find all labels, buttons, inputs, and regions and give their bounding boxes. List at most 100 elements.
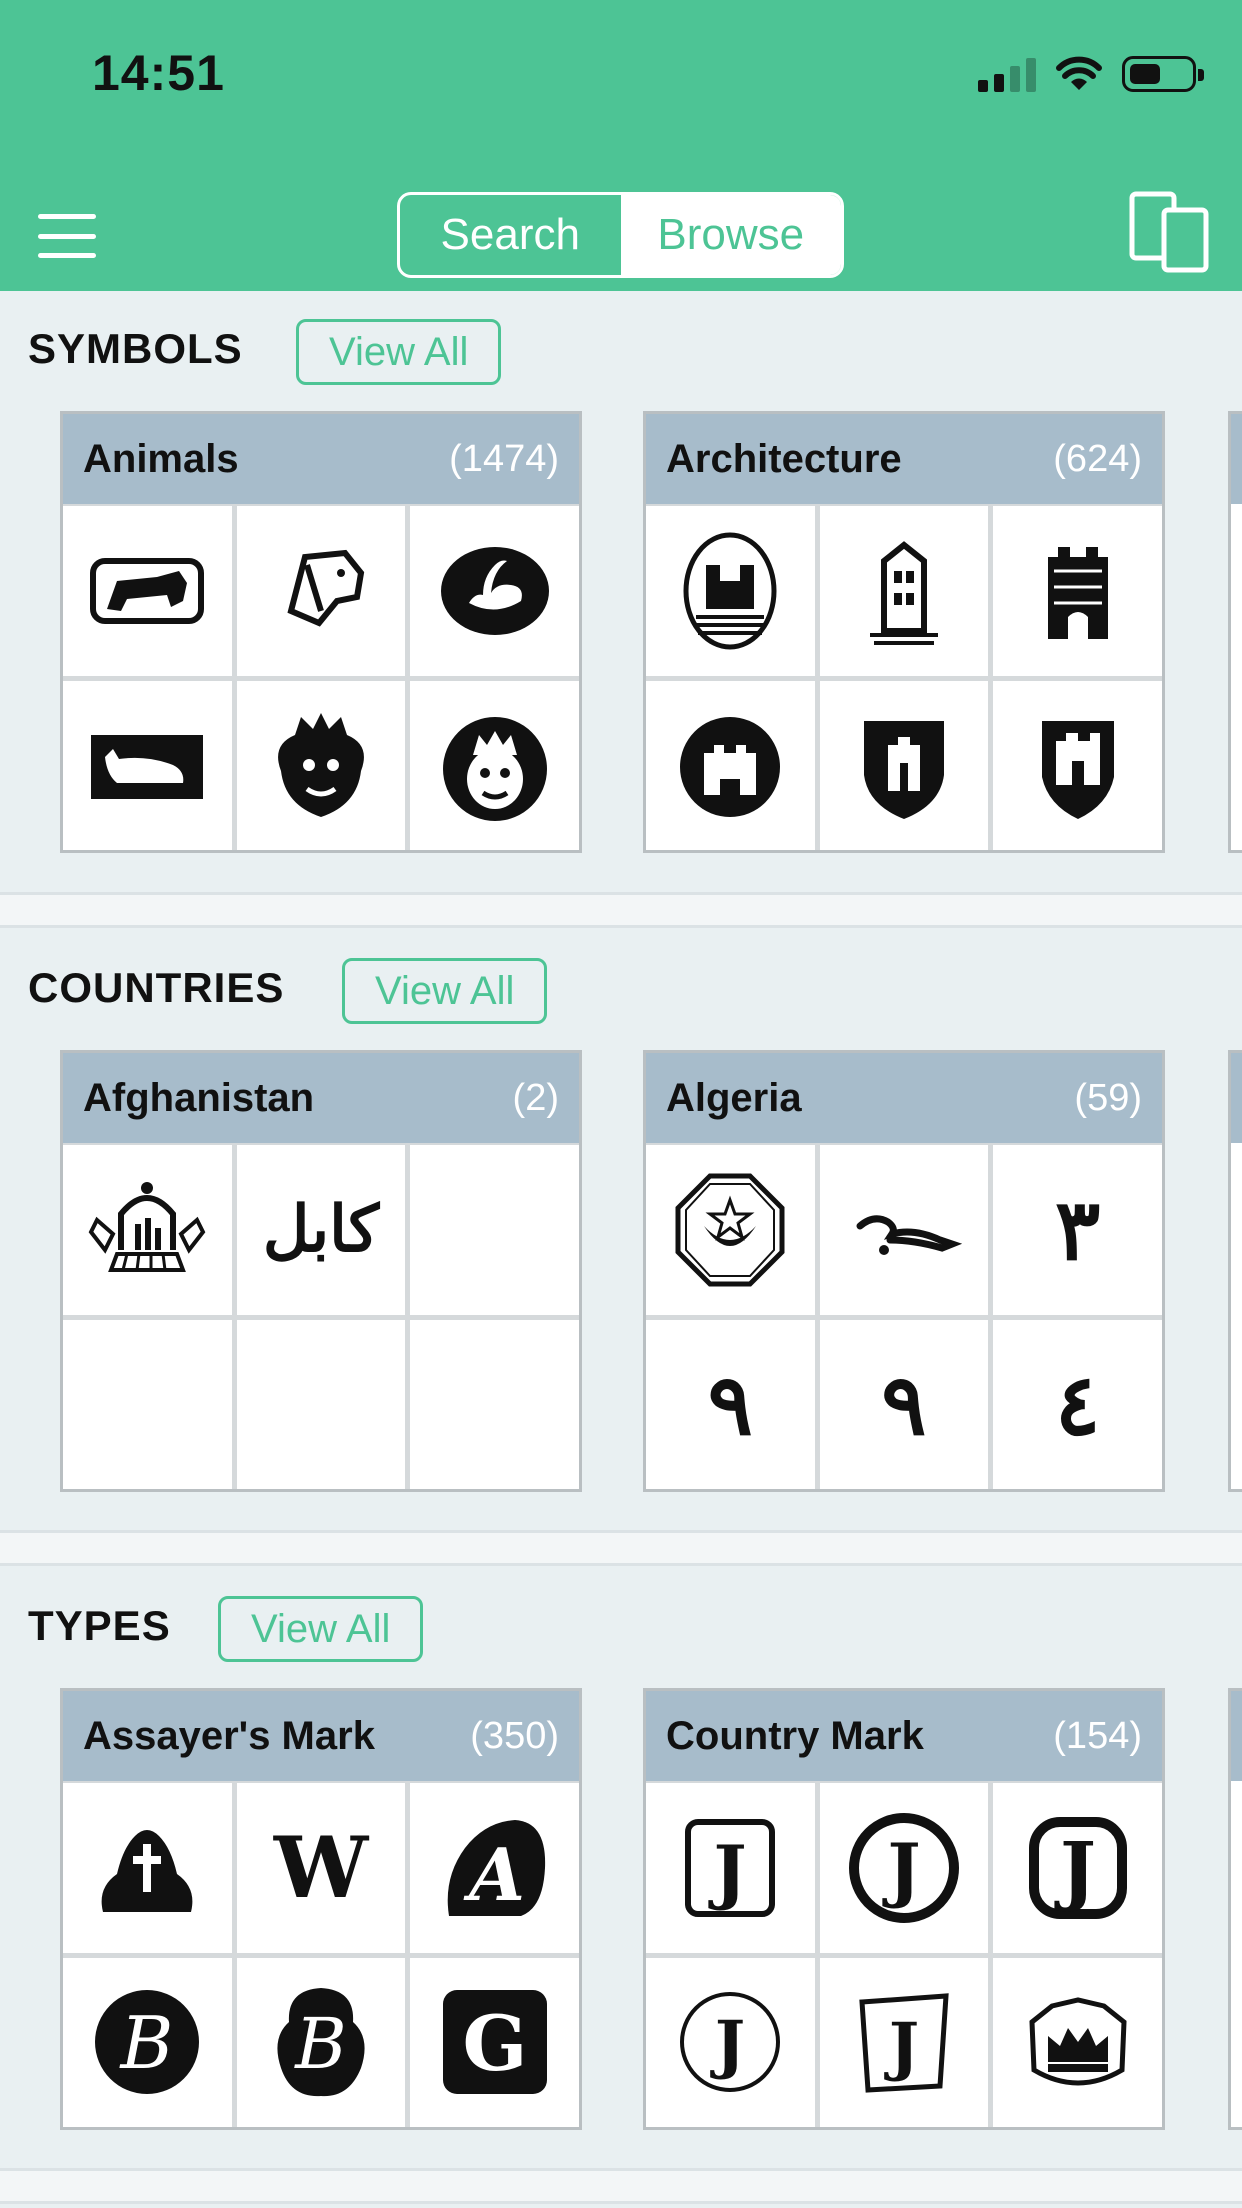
crowned-lion-mark: [236, 680, 406, 850]
device-toggle-icon[interactable]: [1128, 190, 1212, 274]
card-name: Assayer's Mark: [83, 1713, 375, 1758]
card-count: (2): [512, 1076, 559, 1119]
card-count: (624): [1053, 437, 1142, 480]
cross-mark: [63, 1783, 232, 1953]
symbols-section: SYMBOLS View All Animals (1474) Architec…: [0, 291, 1242, 891]
cellular-signal-icon: [978, 56, 1036, 92]
letter-glyph: J: [881, 1828, 920, 1911]
card-name: Algeria: [666, 1075, 802, 1120]
j-mark: J: [646, 1957, 815, 2127]
types-section: TYPES View All Assayer's Mark (350) W A …: [0, 1566, 1242, 2166]
section-title-symbols: SYMBOLS: [28, 325, 243, 372]
card-name: Animals: [83, 436, 239, 481]
numeral-glyph: ٩: [707, 1354, 753, 1454]
card-count: (59): [1074, 1076, 1142, 1119]
empty-cell: [236, 1319, 406, 1489]
letter-glyph: G: [462, 1999, 527, 2088]
arabic-script-mark: [819, 1145, 989, 1315]
card-count: (1474): [449, 437, 559, 480]
card-header: Country Mark (154): [646, 1691, 1162, 1781]
tab-search[interactable]: Search: [400, 195, 621, 275]
building-mark: [819, 506, 989, 676]
card-name: Afghanistan: [83, 1075, 315, 1120]
a-mark: A: [410, 1783, 579, 1953]
swan-mark: [410, 506, 579, 676]
towers-oval-mark: [646, 506, 815, 676]
castle-shield-mark: [819, 680, 989, 850]
lion-mark: [63, 506, 232, 676]
mosque-emblem-mark: [63, 1145, 232, 1315]
category-card-architecture[interactable]: Architecture (624): [643, 411, 1165, 853]
category-card-afghanistan[interactable]: Afghanistan (2) كابل: [60, 1050, 582, 1492]
g-mark: G: [410, 1957, 579, 2127]
card-count: (350): [470, 1714, 559, 1757]
hamburger-menu-icon[interactable]: [38, 214, 96, 258]
j-mark: J: [993, 1783, 1162, 1953]
castle-shield-mark: [993, 680, 1162, 850]
category-card-country-mark[interactable]: Country Mark (154) J J J J J: [643, 1688, 1165, 2130]
section-title-countries: COUNTRIES: [28, 964, 285, 1011]
j-mark: J: [646, 1783, 815, 1953]
empty-cell: [410, 1145, 579, 1315]
countries-section: COUNTRIES View All Afghanistan (2) كابل …: [0, 928, 1242, 1528]
crowned-lion-head-mark: [410, 680, 579, 850]
b-mark: B: [63, 1957, 232, 2127]
status-time: 14:51: [92, 45, 225, 101]
section-divider: [0, 2168, 1242, 2204]
arabic-numeral-mark: ٤: [993, 1319, 1162, 1489]
b-mark: B: [236, 1957, 406, 2127]
battery-icon: [1122, 56, 1204, 92]
next-card-peek[interactable]: [1228, 411, 1242, 853]
next-card-peek[interactable]: [1228, 1688, 1242, 2130]
dog-head-mark: [236, 506, 406, 676]
category-card-algeria[interactable]: Algeria (59) ٣ ٩ ٩ ٤: [643, 1050, 1165, 1492]
crown-mark: [993, 1957, 1162, 2127]
card-header: Assayer's Mark (350): [63, 1691, 579, 1781]
kabul-script-mark: كابل: [236, 1145, 406, 1315]
letter-glyph: W: [273, 1818, 369, 1918]
status-icons: [978, 56, 1204, 92]
letter-glyph: J: [884, 2009, 919, 2084]
app-header: 14:51 Search Browse: [0, 0, 1242, 291]
svg-text:A: A: [463, 1832, 525, 1917]
letter-glyph: B: [293, 2003, 346, 2085]
section-title-types: TYPES: [28, 1602, 171, 1649]
j-mark: J: [819, 1957, 989, 2127]
card-header: Architecture (624): [646, 414, 1162, 504]
countries-view-all-button[interactable]: View All: [342, 958, 548, 1024]
card-header: Algeria (59): [646, 1053, 1162, 1143]
next-card-peek[interactable]: [1228, 1050, 1242, 1492]
tab-browse[interactable]: Browse: [620, 195, 841, 275]
card-name: Architecture: [666, 436, 902, 481]
symbols-view-all-button[interactable]: View All: [296, 319, 502, 385]
card-name: Country Mark: [666, 1713, 924, 1758]
letter-glyph: J: [710, 2007, 745, 2082]
star-crescent-mark: [646, 1145, 815, 1315]
arabic-numeral-mark: ٩: [819, 1319, 989, 1489]
card-header: Animals (1474): [63, 414, 579, 504]
w-mark: W: [236, 1783, 406, 1953]
card-header: Afghanistan (2): [63, 1053, 579, 1143]
numeral-glyph: ٤: [1055, 1354, 1101, 1454]
empty-cell: [63, 1319, 232, 1489]
castle-tower-mark: [993, 506, 1162, 676]
wifi-icon: [1056, 56, 1102, 90]
castle-round-mark: [646, 680, 815, 850]
j-mark: J: [819, 1783, 989, 1953]
search-browse-toggle[interactable]: Search Browse: [397, 192, 844, 278]
numeral-glyph: ٣: [1055, 1180, 1101, 1280]
category-card-assayers-mark[interactable]: Assayer's Mark (350) W A B B G: [60, 1688, 582, 2130]
cat-mark: [63, 680, 232, 850]
letter-glyph: J: [1054, 1825, 1096, 1914]
arabic-numeral-mark: ٣: [993, 1145, 1162, 1315]
types-view-all-button[interactable]: View All: [218, 1596, 424, 1662]
empty-cell: [410, 1319, 579, 1489]
letter-glyph: J: [708, 1830, 747, 1913]
kabul-script-text: كابل: [262, 1192, 380, 1268]
category-card-animals[interactable]: Animals (1474): [60, 411, 582, 853]
letter-glyph: B: [119, 2001, 174, 2085]
section-divider: [0, 892, 1242, 928]
section-divider: [0, 1530, 1242, 1566]
card-count: (154): [1053, 1714, 1142, 1757]
arabic-numeral-mark: ٩: [646, 1319, 815, 1489]
